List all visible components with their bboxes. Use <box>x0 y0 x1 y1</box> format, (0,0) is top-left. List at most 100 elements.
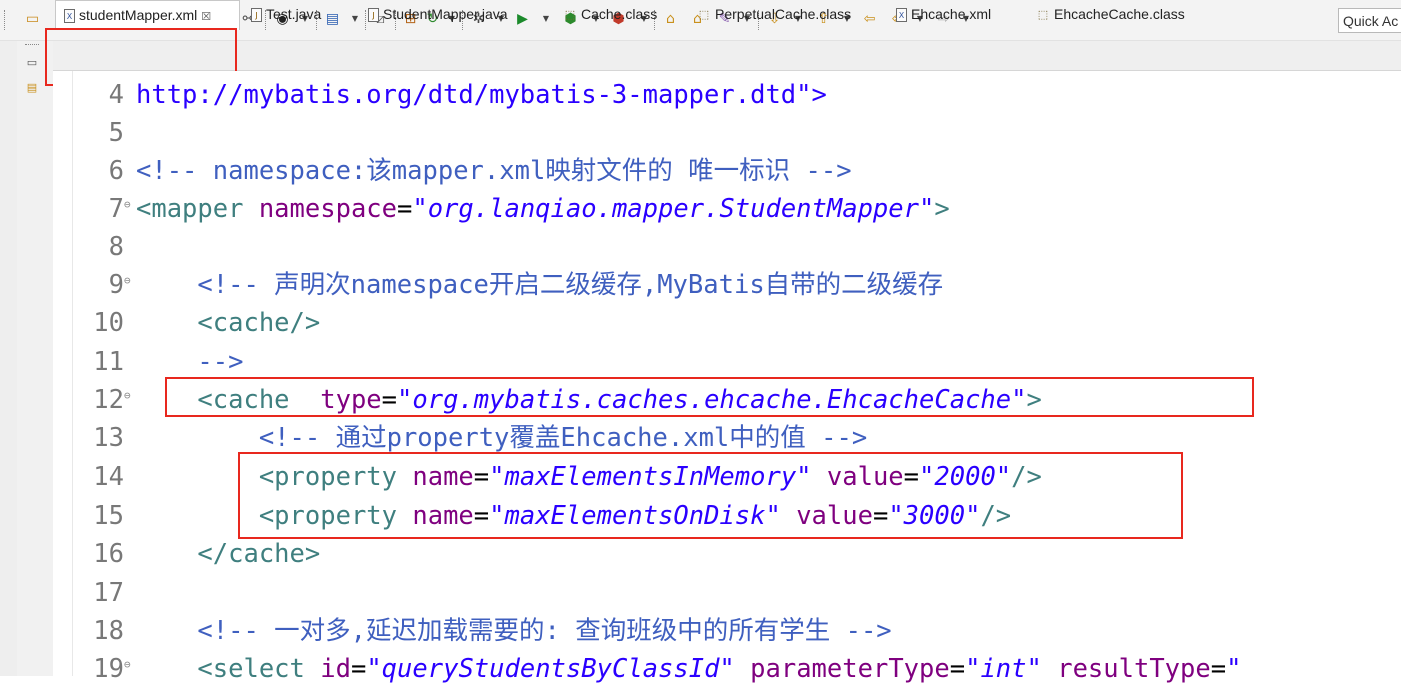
class-file-icon: ⬚ <box>564 8 576 22</box>
code-text: </cache> <box>197 539 321 569</box>
code-line[interactable]: 17 <box>60 574 136 612</box>
xml-tag: <mapper <box>136 194 259 224</box>
tab-label: Cache.class <box>581 6 658 22</box>
xml-tag-close: /> <box>1011 462 1042 492</box>
code-line[interactable]: 16 </cache> <box>60 535 320 573</box>
code-line[interactable]: 5 <box>60 114 136 152</box>
line-number: 15 <box>93 501 124 531</box>
xml-tag: <select <box>197 654 321 684</box>
tab-perpetualcache-class[interactable]: ⬚ PerpetualCache.class <box>697 0 851 29</box>
code-text: <cache/> <box>197 308 321 338</box>
java-file-icon: J <box>368 8 379 23</box>
restore-icon[interactable]: ▭ <box>24 56 40 70</box>
equals-sign: = <box>473 462 490 492</box>
open-type-icon[interactable]: ⌂ <box>662 11 679 28</box>
xml-attribute: value <box>811 462 904 492</box>
xml-attribute-value: "3000" <box>888 501 981 531</box>
code-line[interactable]: 4 http://mybatis.org/dtd/mybatis-3-mappe… <box>60 76 827 114</box>
code-text: http://mybatis.org/dtd/mybatis-3-mapper.… <box>136 80 827 110</box>
code-line[interactable]: 19⊖ <select id="queryStudentsByClassId" … <box>60 650 1241 688</box>
close-icon[interactable]: ☒ <box>201 10 211 23</box>
package-explorer-icon[interactable]: ▤ <box>24 81 40 95</box>
quick-access-field[interactable]: Quick Ac <box>1338 8 1401 33</box>
xml-attribute-value: "maxElementsInMemory" <box>489 462 812 492</box>
xml-tag: <property <box>258 462 413 492</box>
code-line[interactable]: 13 <!-- 通过property覆盖Ehcache.xml中的值 --> <box>60 419 867 457</box>
tab-label: PerpetualCache.class <box>715 6 852 22</box>
code-line[interactable]: 9⊖ <!-- 声明次namespace开启二级缓存,MyBatis自带的二级缓… <box>60 266 944 304</box>
view-bar-grip[interactable] <box>25 44 39 49</box>
console-icon[interactable]: ▤ <box>324 11 341 28</box>
xml-attribute: parameterType <box>734 654 950 684</box>
code-line[interactable]: 12⊖ <cache type="org.mybatis.caches.ehca… <box>60 381 1042 419</box>
fold-toggle-icon[interactable]: ⊖ <box>124 190 136 220</box>
code-line[interactable]: 8 <box>60 228 136 266</box>
xml-attribute-value: " <box>1226 654 1242 684</box>
java-file-icon: J <box>251 8 262 23</box>
minimized-view-bar <box>17 41 53 676</box>
xml-attribute: value <box>780 501 873 531</box>
console-dropdown-icon[interactable]: ▼ <box>351 13 359 25</box>
equals-sign: = <box>381 385 398 415</box>
left-strip <box>0 41 17 676</box>
xml-attribute-value: "org.mybatis.caches.ehcache.EhcacheCache… <box>397 385 1027 415</box>
line-number: 19 <box>93 654 124 684</box>
tab-ehcachecache-class[interactable]: ⬚ EhcacheCache.class <box>1036 0 1185 29</box>
line-number: 6 <box>108 156 124 186</box>
line-number: 5 <box>108 118 124 148</box>
last-edit-icon[interactable]: ⇦ <box>861 11 878 28</box>
code-text: <!-- 通过property覆盖Ehcache.xml中的值 --> <box>258 423 868 453</box>
line-number: 18 <box>93 616 124 646</box>
code-line[interactable]: 6 <!-- namespace:该mapper.xml映射文件的 唯一标识 -… <box>60 152 852 190</box>
xml-attribute: type <box>320 385 382 415</box>
line-number: 14 <box>93 462 124 492</box>
fold-toggle-icon[interactable]: ⊖ <box>124 266 136 296</box>
tab-studentmapper-xml[interactable]: XstudentMapper.xml ☒ <box>55 0 240 30</box>
tab-ehcache-xml[interactable]: X Ehcache.xml <box>896 0 991 29</box>
code-line[interactable]: 11 --> <box>60 343 243 381</box>
code-line[interactable]: 18 <!-- 一对多,延迟加载需要的: 查询班级中的所有学生 --> <box>60 612 891 650</box>
tab-test-java[interactable]: J Test.java <box>251 0 321 29</box>
xml-tag: <property <box>258 501 413 531</box>
equals-sign: = <box>903 462 920 492</box>
equals-sign: = <box>1210 654 1227 684</box>
tab-label: StudentMapper.java <box>383 6 508 22</box>
code-line[interactable]: 15 <property name="maxElementsOnDisk" va… <box>60 497 1011 535</box>
line-number: 7 <box>108 194 124 224</box>
xml-attribute-value: "int" <box>965 654 1042 684</box>
tab-studentmapper-java[interactable]: J StudentMapper.java <box>368 0 508 29</box>
xml-tag: <cache <box>197 385 321 415</box>
xml-file-icon: X <box>64 9 75 24</box>
code-line[interactable]: 14 <property name="maxElementsInMemory" … <box>60 458 1042 496</box>
new-file-icon[interactable]: ▭ <box>24 11 41 28</box>
code-text: <!-- namespace:该mapper.xml映射文件的 唯一标识 --> <box>136 156 852 186</box>
xml-file-icon: X <box>896 8 907 23</box>
xml-attribute-value: "org.lanqiao.mapper.StudentMapper" <box>412 194 935 224</box>
fold-toggle-icon[interactable]: ⊖ <box>124 381 136 411</box>
xml-tag-close: /> <box>980 501 1012 531</box>
code-line[interactable]: 10 <cache/> <box>60 304 320 342</box>
tab-cache-class[interactable]: ⬚ Cache.class <box>563 0 657 29</box>
xml-tag-close: > <box>934 194 950 224</box>
code-line[interactable]: 7⊖ <mapper namespace="org.lanqiao.mapper.… <box>60 190 950 228</box>
xml-attribute-value: "2000" <box>919 462 1012 492</box>
class-file-icon: ⬚ <box>1037 8 1049 22</box>
run-icon[interactable]: ▶ <box>514 11 531 28</box>
run-dropdown-icon[interactable]: ▼ <box>542 13 550 25</box>
